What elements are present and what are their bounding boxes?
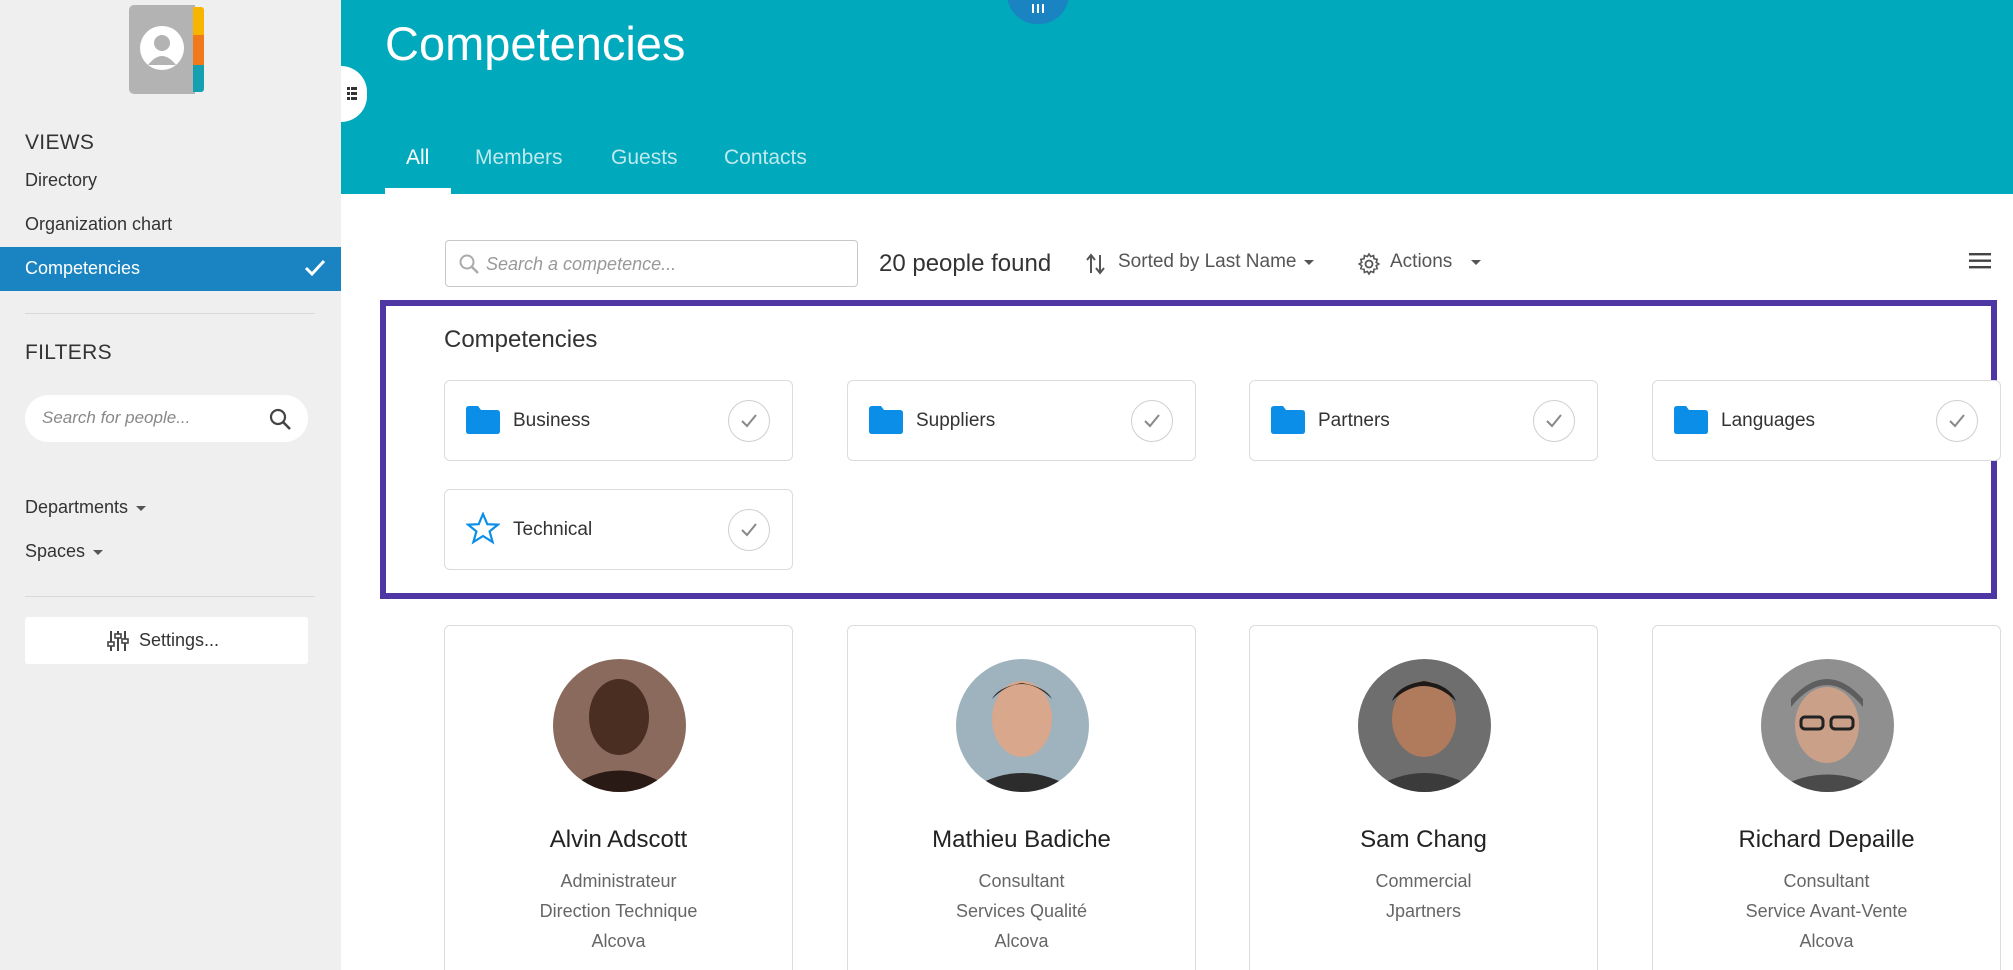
tab-members[interactable]: Members (475, 146, 563, 170)
sidebar-item-directory[interactable]: Directory (25, 170, 97, 191)
tab-all[interactable]: All (406, 146, 429, 170)
page-header: Competencies All Members Guests Contacts (341, 0, 2013, 194)
views-heading: VIEWS (25, 131, 95, 154)
departments-dropdown[interactable]: Departments (25, 497, 147, 518)
person-name: Alvin Adscott (549, 826, 688, 853)
avatar (1358, 659, 1491, 792)
sidebar-divider (25, 596, 315, 597)
search-icon[interactable] (268, 407, 292, 431)
tab-guests[interactable]: Guests (611, 146, 678, 170)
folder-icon (1674, 406, 1708, 434)
person-name: Mathieu Badiche (932, 826, 1111, 853)
people-search-input[interactable]: Search for people... (25, 395, 308, 442)
avatar (956, 659, 1089, 792)
competency-label: Suppliers (916, 410, 996, 431)
person-department: Service Avant-Vente (1745, 901, 1908, 921)
sidebar-item-competencies[interactable]: Competencies (0, 247, 341, 291)
person-company: Alcova (591, 931, 646, 951)
person-card[interactable]: Sam Chang Commercial Jpartners (1249, 625, 1598, 970)
gear-icon (1357, 252, 1381, 276)
checkmark-icon (1949, 414, 1965, 428)
caret-down-icon (93, 549, 104, 555)
spaces-dropdown[interactable]: Spaces (25, 541, 104, 562)
select-competency-button[interactable] (1131, 400, 1173, 442)
settings-button-label: Settings... (139, 630, 220, 650)
select-competency-button[interactable] (1936, 400, 1978, 442)
settings-button[interactable]: Settings... (25, 617, 308, 664)
person-name: Richard Depaille (1738, 826, 1915, 853)
avatar (1761, 659, 1894, 792)
hamburger-menu-icon[interactable] (1969, 252, 1991, 270)
folder-icon (466, 406, 500, 434)
competency-label: Partners (1318, 410, 1390, 431)
competency-label: Business (513, 410, 591, 431)
star-icon (466, 512, 500, 545)
select-competency-button[interactable] (728, 400, 770, 442)
competence-search-input[interactable]: Search a competence... (445, 240, 858, 287)
person-role: Administrateur (560, 871, 677, 891)
competency-label: Languages (1721, 410, 1816, 431)
tab-contacts[interactable]: Contacts (724, 146, 807, 170)
sidebar-item-label: Competencies (25, 258, 141, 278)
sidebar-item-organization-chart[interactable]: Organization chart (25, 214, 172, 235)
checkmark-icon (1546, 414, 1562, 428)
search-icon (459, 254, 479, 274)
competency-label: Technical (513, 519, 593, 540)
competency-card-languages[interactable]: Languages (1652, 380, 2001, 461)
avatar (553, 659, 686, 792)
sort-icon (1086, 253, 1105, 275)
competency-card-technical[interactable]: Technical (444, 489, 793, 570)
caret-down-icon (136, 505, 147, 511)
active-tab-indicator (385, 188, 451, 194)
person-card[interactable]: Mathieu Badiche Consultant Services Qual… (847, 625, 1196, 970)
folder-icon (869, 406, 903, 434)
competencies-section-title: Competencies (444, 326, 598, 353)
actions-label: Actions (1390, 251, 1453, 272)
caret-down-icon (1304, 260, 1314, 265)
competency-card-business[interactable]: Business (444, 380, 793, 461)
checkmark-icon (304, 259, 326, 277)
sliders-icon (107, 631, 129, 651)
user-silhouette-icon (140, 26, 184, 70)
competence-search-placeholder: Search a competence... (486, 254, 677, 274)
person-role: Commercial (1375, 871, 1472, 891)
person-card[interactable]: Richard Depaille Consultant Service Avan… (1652, 625, 2001, 970)
people-search-placeholder: Search for people... (42, 408, 191, 427)
person-company: Alcova (1799, 931, 1854, 951)
person-role: Consultant (978, 871, 1065, 891)
people-count: 20 people found (879, 250, 1052, 277)
competency-card-suppliers[interactable]: Suppliers (847, 380, 1196, 461)
sidebar: VIEWS Directory Organization chart Compe… (0, 0, 341, 970)
checkmark-icon (741, 414, 757, 428)
caret-down-icon (1471, 260, 1481, 265)
person-department: Services Qualité (955, 901, 1088, 921)
filters-heading: FILTERS (25, 341, 112, 364)
competency-card-partners[interactable]: Partners (1249, 380, 1598, 461)
collapse-icon (347, 87, 357, 100)
person-department: Direction Technique (539, 901, 698, 921)
sidebar-divider (25, 313, 315, 314)
person-company: Alcova (994, 931, 1049, 951)
sort-label: Sorted by Last Name (1118, 251, 1297, 272)
person-name: Sam Chang (1360, 826, 1487, 853)
person-company: Jpartners (1385, 901, 1462, 921)
select-competency-button[interactable] (1533, 400, 1575, 442)
grip-icon (1032, 4, 1044, 13)
page-title: Competencies (385, 17, 686, 70)
person-card[interactable]: Alvin Adscott Administrateur Direction T… (444, 625, 793, 970)
checkmark-icon (741, 523, 757, 537)
directory-app-icon (129, 5, 204, 94)
checkmark-icon (1144, 414, 1160, 428)
person-role: Consultant (1783, 871, 1870, 891)
folder-icon (1271, 406, 1305, 434)
select-competency-button[interactable] (728, 509, 770, 551)
